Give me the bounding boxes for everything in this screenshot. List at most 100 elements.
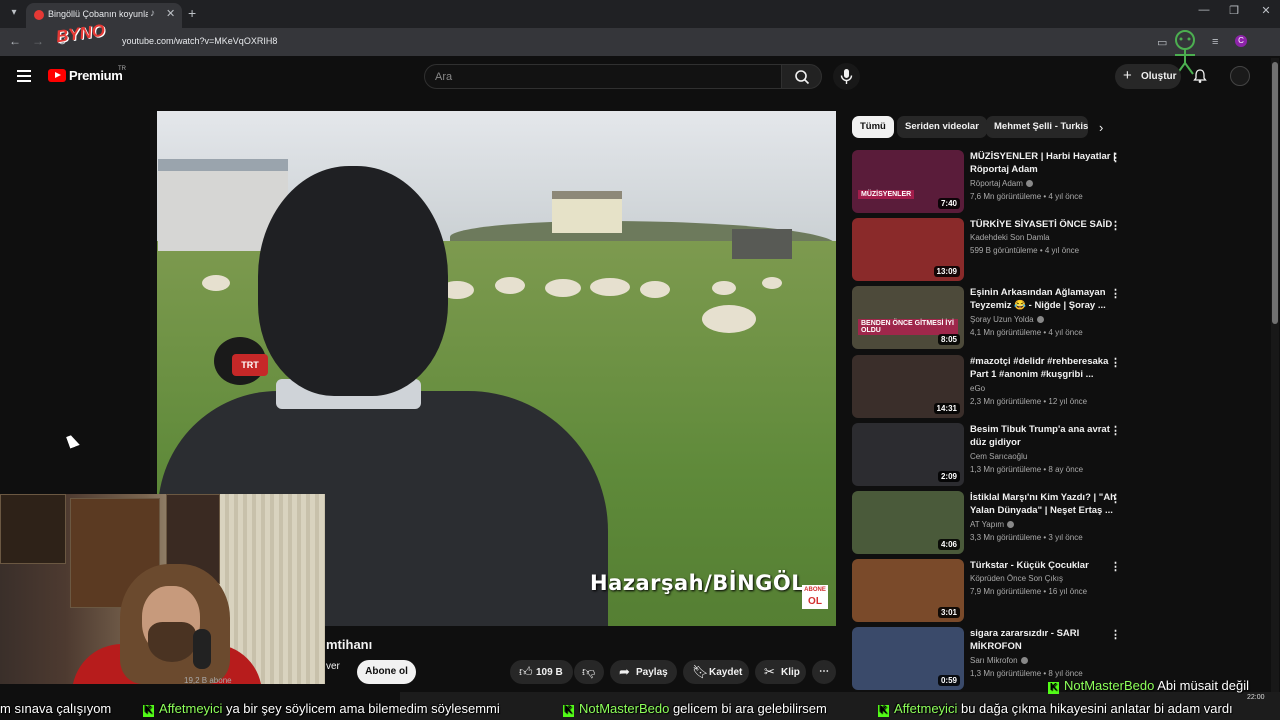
recommendation-channel[interactable]: Kadehdeki Son Damla (970, 233, 1050, 242)
recommendation-item[interactable]: 3:01 Türkstar - Küçük Çocuklar Köprüden Ön… (852, 559, 1127, 623)
close-tab-icon[interactable]: ✕ (166, 7, 175, 20)
dislike-button[interactable]: 👎︎ (574, 660, 604, 684)
subscribe-corner-badge: ABONE OL (802, 585, 828, 609)
chevron-right-icon[interactable]: › (1099, 120, 1103, 135)
browser-profile-avatar[interactable]: C (1235, 35, 1247, 47)
more-options-icon[interactable]: ⋮ (1110, 560, 1121, 573)
chip-series[interactable]: Seriden videolar (897, 116, 987, 138)
page-scrollbar-thumb[interactable] (1272, 62, 1278, 324)
forward-icon[interactable]: → (30, 34, 46, 48)
recommendation-item[interactable]: BENDEN ÖNCE GİTMESİ İYİ OLDU 8:05 Eşinin A… (852, 286, 1127, 350)
kick-logo-icon: K (1048, 682, 1059, 694)
thumbnail-text: MÜZİSYENLER (858, 190, 915, 199)
recommendation-title[interactable]: sigara zararsızdır - SARI MİKROFON (970, 627, 1120, 653)
recommendation-thumbnail[interactable]: 3:01 (852, 559, 964, 623)
region-code: TR (118, 66, 126, 72)
chat-message: K NotMasterBedo gelicem bi ara gelebilirs… (563, 701, 827, 717)
channel-name-text: eGo (970, 383, 986, 393)
recommendation-item[interactable]: 4:06 İstiklal Marşı'nı Kim Yazdı? | "Ah Y… (852, 491, 1127, 555)
recommendation-channel[interactable]: Şoray Uzun Yolda (970, 315, 1044, 324)
channel-name[interactable]: ver (326, 661, 340, 672)
tab-search-icon[interactable]: ▾ (6, 5, 22, 21)
streamer-webcam (0, 494, 325, 684)
search-button[interactable] (781, 64, 822, 89)
recommendation-item[interactable]: 2:09 Besim Tibuk Trump'a ana avrat düz gi… (852, 422, 1127, 487)
new-tab-icon[interactable]: + (188, 5, 196, 21)
recommendation-title[interactable]: MÜZİSYENLER | Harbi Hayatlar | Röportaj … (970, 150, 1120, 176)
save-button[interactable]: 🔖︎ Kaydet (683, 660, 749, 684)
share-button[interactable]: ➦ Paylaş (610, 660, 677, 684)
recommendation-thumbnail[interactable]: 0:59 (852, 627, 964, 691)
recommendation-item[interactable]: 14:31 #mazotçi #delidr #rehberesaka Part … (852, 354, 1127, 419)
chip-channel[interactable]: Mehmet Şelli - Turkist (986, 116, 1088, 138)
more-options-icon[interactable]: ⋮ (1110, 356, 1121, 369)
create-button[interactable]: + Oluştur (1115, 64, 1181, 89)
more-options-icon[interactable]: ⋮ (1110, 219, 1121, 232)
recommendation-channel[interactable]: eGo (970, 384, 985, 393)
recommendation-channel[interactable]: Sarı Mikrofon (970, 656, 1028, 665)
recommendation-title[interactable]: Türkstar - Küçük Çocuklar (970, 559, 1120, 572)
recommendation-thumbnail[interactable]: 4:06 (852, 491, 964, 554)
recommendation-channel[interactable]: Cem Sarıcaoğlu (970, 452, 1027, 461)
upload-age: 3 yıl önce (1048, 533, 1083, 542)
address-bar[interactable]: youtube.com/watch?v=MKeVqOXRIH8 (78, 32, 1148, 52)
video-title: mtihanı (326, 637, 373, 652)
minimize-icon[interactable]: — (1194, 4, 1214, 16)
recommendation-meta: 4,1 Mn görüntüleme • 4 yıl önce (970, 328, 1083, 337)
recommendation-channel[interactable]: Röportaj Adam (970, 179, 1033, 188)
video-duration: 8:05 (937, 334, 960, 346)
recommendation-channel[interactable]: AT Yapım (970, 520, 1015, 529)
recommendation-channel[interactable]: Köprüden Önce Son Çıkış (970, 574, 1063, 583)
upload-age: 16 yıl önce (1048, 587, 1088, 597)
save-label: Kaydet (709, 667, 743, 678)
maximize-icon[interactable]: ❐ (1224, 4, 1244, 17)
recommendation-title[interactable]: TÜRKİYE SİYASETİ ÖNCE SAİD (970, 218, 1120, 231)
tab-title: Bingöllü Çobanın koyunları (48, 9, 148, 19)
recommendation-thumbnail[interactable]: MÜZİSYENLER 7:40 (852, 150, 964, 213)
recommendation-item[interactable]: MÜZİSYENLER 7:40 MÜZİSYENLER | Harbi Hayat… (852, 150, 1127, 214)
view-count: 1,3 Mn görüntüleme (970, 669, 1042, 679)
back-icon[interactable]: ← (7, 34, 23, 48)
recommendation-title[interactable]: #mazotçi #delidr #rehberesaka Part 1 #an… (970, 355, 1120, 381)
more-actions-button[interactable]: ⋯ (812, 660, 836, 684)
subscribe-button[interactable]: Abone ol (357, 660, 416, 684)
channel-name-text: Şoray Uzun Yolda (970, 315, 1034, 325)
more-options-icon[interactable]: ⋮ (1110, 628, 1121, 641)
channel-name-text: Köprüden Önce Son Çıkış (970, 574, 1063, 584)
like-button[interactable]: 👍︎ 109 B (510, 660, 573, 684)
youtube-logo-icon[interactable] (48, 69, 66, 82)
account-avatar[interactable] (1230, 66, 1250, 86)
streamer-beard (148, 622, 196, 662)
wall-poster (0, 494, 66, 564)
recommendation-thumbnail[interactable]: 14:31 (852, 354, 964, 418)
recommendation-title[interactable]: Eşinin Arkasından Ağlamayan Teyzemiz 😂 -… (970, 286, 1120, 312)
recommendation-thumbnail[interactable]: 2:09 (852, 422, 964, 486)
voice-search-button[interactable] (833, 63, 860, 90)
recommendation-item[interactable]: 13:09 TÜRKİYE SİYASETİ ÖNCE SAİD Kadehdeki… (852, 218, 1127, 282)
notifications-bell-icon[interactable] (1192, 68, 1208, 84)
chip-all[interactable]: Tümü (852, 116, 894, 138)
more-options-icon[interactable]: ⋮ (1110, 151, 1121, 164)
recommendation-title[interactable]: İstiklal Marşı'nı Kim Yazdı? | "Ah Yalan… (970, 491, 1120, 517)
chat-message: K Affetmeyici ya bir şey söylicem ama bil… (143, 701, 500, 717)
youtube-premium-label[interactable]: Premium (69, 68, 123, 83)
chat-ticker: m sınava çalışıyom K Affetmeyici ya bir ş… (0, 698, 1280, 720)
media-control-icon[interactable]: ≡ (1212, 36, 1218, 48)
recommendation-title[interactable]: Besim Tibuk Trump'a ana avrat düz gidiyo… (970, 423, 1120, 449)
recommendation-thumbnail[interactable]: 13:09 (852, 218, 964, 282)
verified-badge-icon (1025, 180, 1033, 187)
search-input[interactable] (435, 68, 765, 86)
more-options-icon[interactable]: ⋮ (1110, 424, 1121, 437)
recommendation-thumbnail[interactable]: BENDEN ÖNCE GİTMESİ İYİ OLDU 8:05 (852, 286, 964, 350)
menu-icon[interactable] (17, 70, 31, 82)
speaker-icon[interactable]: ♪ (150, 8, 155, 19)
cast-icon[interactable]: ▭ (1157, 36, 1167, 49)
create-label: Oluştur (1141, 71, 1177, 82)
recommendation-meta: 7,9 Mn görüntüleme • 16 yıl önce (970, 587, 1087, 596)
more-options-icon[interactable]: ⋮ (1110, 287, 1121, 300)
chat-user: Affetmeyici (894, 701, 958, 716)
clip-button[interactable]: ✂ Klip (755, 660, 806, 684)
window-close-icon[interactable]: ✕ (1256, 4, 1276, 17)
sheep (640, 281, 670, 298)
more-options-icon[interactable]: ⋮ (1110, 492, 1121, 505)
